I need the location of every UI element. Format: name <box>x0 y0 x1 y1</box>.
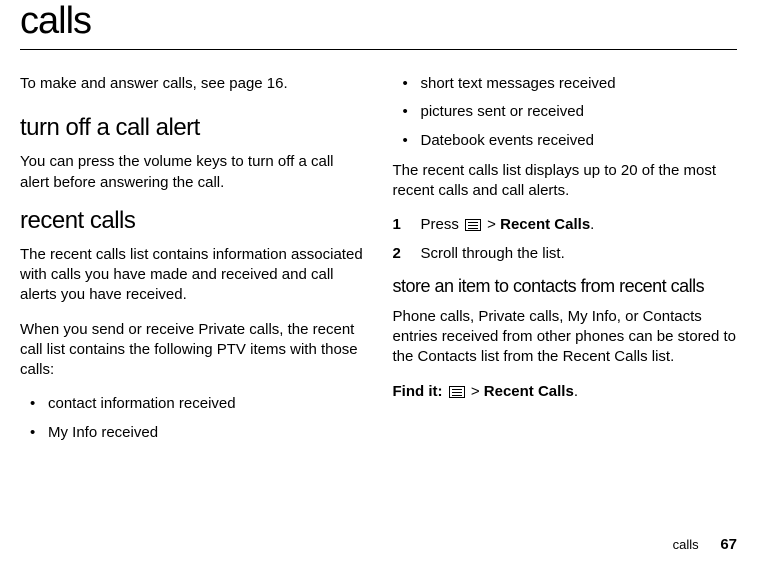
step-text: Scroll through the list. <box>421 245 565 262</box>
page-footer: calls 67 <box>673 536 737 553</box>
paragraph-store-item: Phone calls, Private calls, My Info, or … <box>393 307 738 368</box>
find-it-line: Find it: > Recent Calls. <box>393 382 738 402</box>
left-column: To make and answer calls, see page 16. t… <box>20 74 365 453</box>
step-2: 2 Scroll through the list. <box>393 244 738 264</box>
paragraph-turn-off: You can press the volume keys to turn of… <box>20 152 365 193</box>
list-item: My Info received <box>20 423 365 443</box>
footer-page-number: 67 <box>720 536 737 553</box>
step-text-prefix: Press <box>421 216 464 233</box>
find-it-gt: > <box>467 383 484 400</box>
list-item: short text messages received <box>393 74 738 94</box>
list-item: pictures sent or received <box>393 102 738 122</box>
left-bullet-list: contact information received My Info rec… <box>20 394 365 443</box>
list-item: Datebook events received <box>393 131 738 151</box>
find-it-label: Find it: <box>393 383 447 400</box>
paragraph-recent-info: The recent calls list contains informati… <box>20 245 365 306</box>
list-item: contact information received <box>20 394 365 414</box>
heading-store-item: store an item to contacts from recent ca… <box>393 276 738 297</box>
step-recent-calls: Recent Calls <box>500 216 590 233</box>
step-number: 1 <box>393 215 401 235</box>
step-number: 2 <box>393 244 401 264</box>
content-columns: To make and answer calls, see page 16. t… <box>20 74 737 453</box>
paragraph-recent-displays: The recent calls list displays up to 20 … <box>393 161 738 202</box>
paragraph-ptv-intro: When you send or receive Private calls, … <box>20 320 365 381</box>
step-1: 1 Press > Recent Calls. <box>393 215 738 235</box>
find-it-recent: Recent Calls <box>484 383 574 400</box>
right-column: short text messages received pictures se… <box>393 74 738 453</box>
right-bullet-list: short text messages received pictures se… <box>393 74 738 151</box>
menu-icon <box>465 219 481 231</box>
menu-icon <box>449 386 465 398</box>
step-gt: > <box>483 216 500 233</box>
numbered-steps: 1 Press > Recent Calls. 2 Scroll through… <box>393 215 738 264</box>
page-title: calls <box>20 0 737 43</box>
footer-section: calls <box>673 537 699 552</box>
title-rule <box>20 49 737 50</box>
heading-turn-off-alert: turn off a call alert <box>20 114 365 142</box>
intro-text: To make and answer calls, see page 16. <box>20 74 365 94</box>
heading-recent-calls: recent calls <box>20 207 365 235</box>
